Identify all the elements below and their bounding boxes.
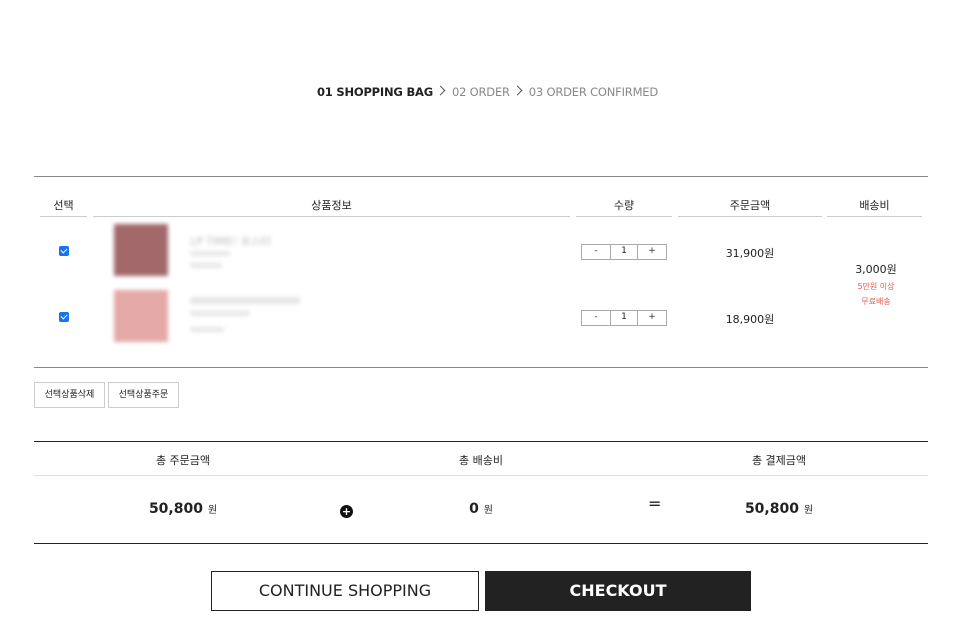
product-option-blurred <box>190 311 250 316</box>
quantity-value[interactable]: 1 <box>611 310 637 326</box>
header-order-amount: 주문금액 <box>678 199 822 217</box>
checkout-button[interactable]: CHECKOUT <box>485 571 751 611</box>
order-total-label: 총 주문금액 <box>155 454 211 467</box>
quantity-value[interactable]: 1 <box>611 244 637 260</box>
cart-table-header: 선택 상품정보 수량 주문금액 배송비 <box>34 199 928 217</box>
cart-table: 선택 상품정보 수량 주문금액 배송비 LP TIME! 포스터 - 1 + 3… <box>34 176 928 368</box>
checkout-steps: 01 SHOPPING BAG 02 ORDER 03 ORDER CONFIRME… <box>0 84 975 99</box>
item-checkbox[interactable] <box>59 246 69 256</box>
step-order-confirmed: 03 ORDER CONFIRMED <box>528 84 659 99</box>
shipping-amount: 3,000원 <box>855 263 897 276</box>
product-price-blurred <box>190 327 224 332</box>
step-order: 02 ORDER <box>451 84 510 99</box>
decrease-button[interactable]: - <box>581 310 611 326</box>
product-option-blurred <box>190 251 230 256</box>
product-thumbnail[interactable] <box>114 290 168 342</box>
item-checkbox[interactable] <box>59 312 69 322</box>
equals-icon: = <box>648 494 662 513</box>
product-thumbnail[interactable] <box>114 224 168 276</box>
chevron-right-icon <box>435 85 446 96</box>
shipping-cell: 3,000원 5만원 이상 무료배송 <box>826 261 926 309</box>
header-select: 선택 <box>40 199 87 217</box>
header-product: 상품정보 <box>93 199 570 217</box>
delete-selected-button[interactable]: 선택상품삭제 <box>34 382 105 408</box>
product-price-blurred <box>190 263 222 268</box>
header-shipping: 배송비 <box>827 199 922 217</box>
header-quantity: 수량 <box>576 199 672 217</box>
payment-total-value: 50,800 원 <box>744 501 814 517</box>
order-selected-button[interactable]: 선택상품주문 <box>108 382 179 408</box>
plus-icon: + <box>340 505 353 518</box>
item-price: 18,900원 <box>725 313 775 326</box>
table-row: LP TIME! 포스터 - 1 + 31,900원 <box>34 223 928 279</box>
increase-button[interactable]: + <box>637 244 667 260</box>
quantity-stepper: - 1 + <box>581 310 667 326</box>
continue-shopping-button[interactable]: CONTINUE SHOPPING <box>211 571 479 611</box>
item-price: 31,900원 <box>725 247 775 260</box>
summary-header: 총 주문금액 총 배송비 총 결제금액 <box>34 442 928 476</box>
payment-total-label: 총 결제금액 <box>751 454 807 467</box>
product-name-blurred[interactable] <box>190 297 300 304</box>
increase-button[interactable]: + <box>637 310 667 326</box>
chevron-right-icon <box>512 85 523 96</box>
decrease-button[interactable]: - <box>581 244 611 260</box>
quantity-stepper: - 1 + <box>581 244 667 260</box>
product-name[interactable]: LP TIME! 포스터 <box>190 233 271 249</box>
free-shipping-note: 5만원 이상 <box>857 282 895 291</box>
order-total-value: 50,800 원 <box>148 501 218 517</box>
order-summary: 총 주문금액 총 배송비 총 결제금액 50,800 원 + 0 원 = 50,… <box>34 441 928 544</box>
shipping-total-value: 0 원 <box>469 501 493 517</box>
step-shopping-bag: 01 SHOPPING BAG <box>316 84 433 99</box>
shipping-total-label: 총 배송비 <box>459 454 503 467</box>
table-row: - 1 + 18,900원 <box>34 289 928 345</box>
free-shipping-note: 무료배송 <box>861 297 891 306</box>
